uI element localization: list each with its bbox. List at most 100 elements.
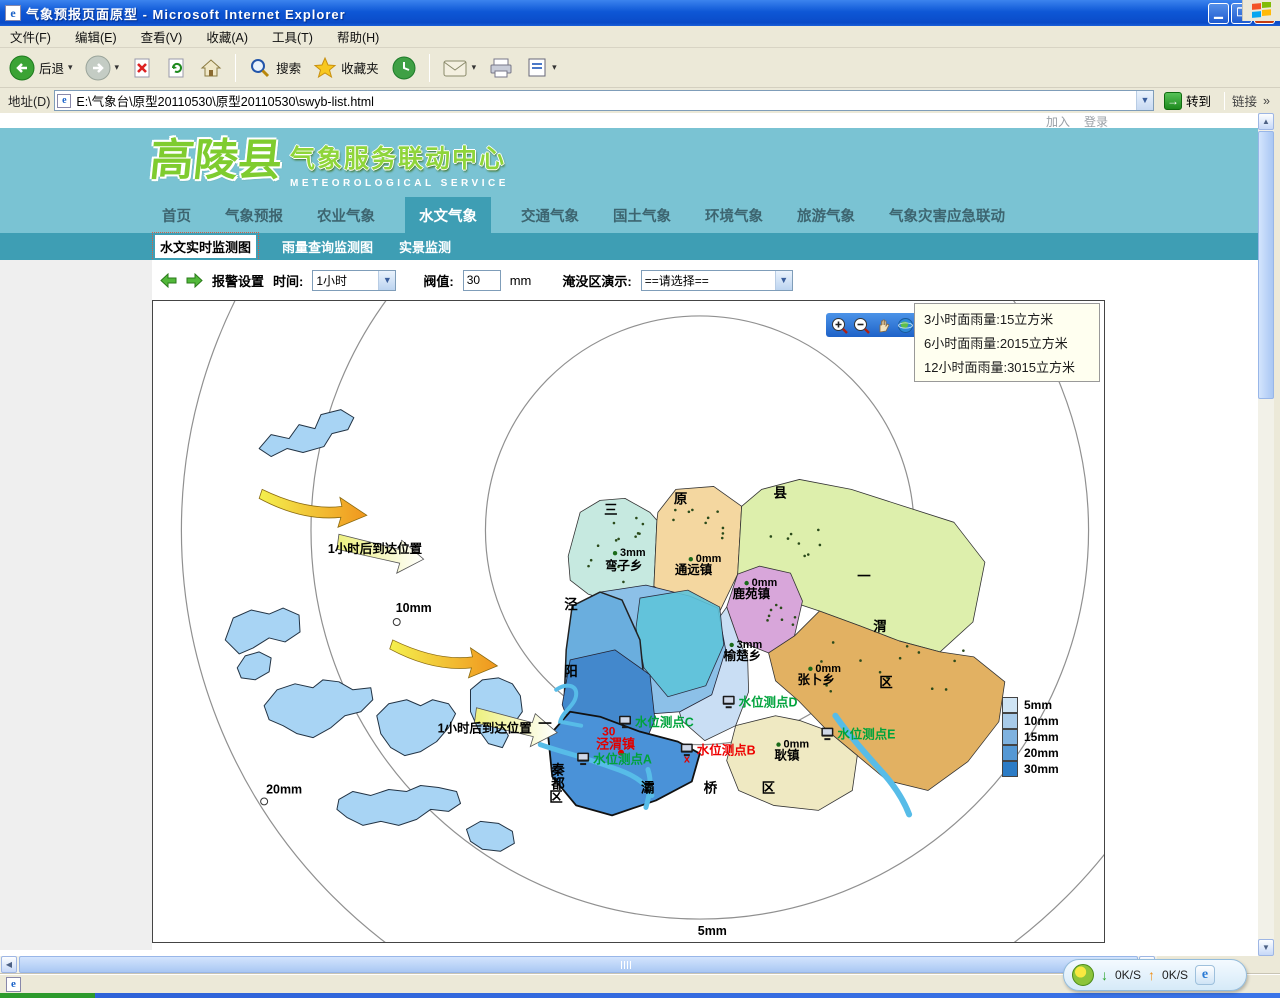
go-button[interactable]: → 转到 — [1158, 91, 1217, 110]
menu-item[interactable]: 查看(V) — [141, 27, 183, 46]
menu-item[interactable]: 帮助(H) — [337, 27, 379, 46]
terrain-dot — [638, 532, 641, 535]
geo-label: 阳 — [564, 664, 577, 679]
geo-label: 泾 — [564, 596, 578, 612]
prev-arrow-button[interactable] — [160, 273, 177, 288]
water-station-screen — [682, 745, 691, 750]
water-station-label: 水位测点E — [837, 727, 895, 742]
subnav-tab[interactable]: 雨量查询监测图 — [282, 237, 373, 256]
history-button[interactable] — [388, 53, 420, 83]
nav-tab[interactable]: 旅游气象 — [793, 197, 859, 233]
water-station-base — [824, 738, 830, 740]
terrain-dot — [613, 522, 616, 525]
back-dropdown-icon[interactable]: ▾ — [68, 62, 73, 73]
ring-marker-icon — [393, 619, 400, 626]
login-link[interactable]: 登录 — [1084, 113, 1108, 128]
site-header: 高陵县 气象服务联动中心 METEOROLOGICAL SERVICE — [0, 128, 1258, 197]
favorites-label: 收藏夹 — [341, 58, 379, 77]
nav-tab[interactable]: 交通气象 — [517, 197, 583, 233]
terrain-dot — [622, 581, 625, 584]
back-button[interactable]: 后退 ▾ — [6, 53, 76, 83]
upload-arrow-icon: ↑ — [1148, 967, 1155, 983]
home-button[interactable] — [196, 54, 226, 82]
legend-swatch — [1002, 745, 1018, 761]
menu-item[interactable]: 收藏(A) — [206, 27, 248, 46]
zoom-out-icon[interactable] — [853, 317, 870, 334]
threshold-label: 阀值: — [423, 271, 453, 290]
next-arrow-button[interactable] — [186, 273, 203, 288]
edit-button[interactable]: ▾ — [523, 54, 560, 82]
pan-hand-icon[interactable] — [875, 317, 892, 334]
join-link[interactable]: 加入 — [1046, 113, 1070, 128]
legend-row: 10mm — [1002, 713, 1059, 729]
go-label: 转到 — [1186, 91, 1211, 110]
geo-label: 一 — [857, 569, 871, 584]
menu-item[interactable]: 文件(F) — [10, 27, 51, 46]
terrain-dot — [819, 544, 822, 547]
horizontal-scrollbar[interactable]: ◀ ▶ — [0, 956, 1157, 974]
arrival-label: 1小时后到达位置 — [438, 721, 533, 736]
flood-demo-select[interactable]: ==请选择== ▼ — [641, 270, 793, 291]
water-station-label: 水位测点A — [593, 752, 652, 767]
taskbar[interactable] — [0, 993, 1280, 998]
links-menu[interactable]: 链接 » — [1232, 91, 1276, 110]
rainfall-info-line: 6小时面雨量:2015立方米 — [924, 333, 1090, 352]
nav-tab[interactable]: 首页 — [158, 197, 195, 233]
vertical-scroll-thumb[interactable] — [1258, 131, 1274, 399]
nav-tab[interactable]: 国土气象 — [609, 197, 675, 233]
terrain-dot — [879, 671, 882, 674]
nav-tab[interactable]: 水文气象 — [405, 197, 491, 233]
favorites-button[interactable]: 收藏夹 — [310, 54, 382, 82]
rainfall-info-line: 3小时面雨量:15立方米 — [924, 309, 1090, 328]
mail-button[interactable]: ▾ — [439, 55, 480, 81]
address-input[interactable] — [76, 92, 1136, 109]
nav-tab[interactable]: 农业气象 — [313, 197, 379, 233]
menu-item[interactable]: 编辑(E) — [75, 27, 117, 46]
terrain-dot — [688, 510, 691, 513]
terrain-dot — [768, 615, 771, 618]
terrain-dot — [781, 618, 784, 621]
terrain-dot — [775, 604, 778, 607]
nav-tab[interactable]: 气象预报 — [221, 197, 287, 233]
stop-button[interactable] — [128, 54, 156, 82]
terrain-dot — [794, 616, 797, 619]
ie-launcher-icon[interactable]: e — [1195, 965, 1215, 985]
minimize-button[interactable]: ▁ — [1208, 3, 1229, 24]
terrain-dot — [787, 537, 790, 540]
time-select[interactable]: 1小时 ▼ — [312, 270, 396, 291]
globe-icon[interactable] — [897, 317, 914, 334]
terrain-dot — [780, 607, 783, 610]
network-speed-widget[interactable]: ↓ 0K/S ↑ 0K/S e — [1063, 959, 1247, 991]
terrain-dot — [634, 535, 637, 538]
scroll-up-icon[interactable]: ▲ — [1258, 113, 1274, 130]
print-button[interactable] — [485, 54, 517, 82]
browser-toolbar: 后退 ▾ ▾ 搜索 收藏夹 ▾ — [0, 48, 1280, 88]
terrain-dot — [899, 657, 902, 660]
subnav-tab[interactable]: 实景监测 — [399, 237, 451, 256]
address-input-box: e ▼ — [54, 90, 1154, 111]
search-button[interactable]: 搜索 — [245, 54, 304, 82]
terrain-dot — [716, 510, 719, 513]
refresh-button[interactable] — [162, 54, 190, 82]
subnav-tab[interactable]: 水文实时监测图 — [155, 235, 256, 258]
address-dropdown-icon[interactable]: ▼ — [1136, 91, 1153, 110]
scroll-left-icon[interactable]: ◀ — [1, 956, 17, 973]
zoom-in-icon[interactable] — [831, 317, 848, 334]
menu-item[interactable]: 工具(T) — [272, 27, 313, 46]
forward-button[interactable]: ▾ — [82, 53, 123, 83]
download-speed: 0K/S — [1115, 968, 1141, 982]
horizontal-scroll-thumb[interactable] — [19, 956, 1138, 973]
nav-tab[interactable]: 环境气象 — [701, 197, 767, 233]
geo-label: 一 — [538, 717, 552, 732]
forward-dropdown-icon[interactable]: ▾ — [115, 62, 120, 73]
vertical-scrollbar[interactable]: ▲ ▼ — [1258, 113, 1274, 956]
scroll-down-icon[interactable]: ▼ — [1258, 939, 1274, 956]
threshold-input[interactable] — [463, 270, 501, 291]
terrain-dot — [953, 660, 956, 663]
edit-dropdown-icon[interactable]: ▾ — [552, 62, 557, 73]
arrival-label: 1小时后到达位置 — [328, 541, 423, 556]
safety-ball-icon[interactable] — [1072, 964, 1094, 986]
rainfall-info-box: 3小时面雨量:15立方米6小时面雨量:2015立方米12小时面雨量:3015立方… — [914, 303, 1100, 382]
mail-dropdown-icon[interactable]: ▾ — [472, 62, 477, 73]
nav-tab[interactable]: 气象灾害应急联动 — [885, 197, 1009, 233]
